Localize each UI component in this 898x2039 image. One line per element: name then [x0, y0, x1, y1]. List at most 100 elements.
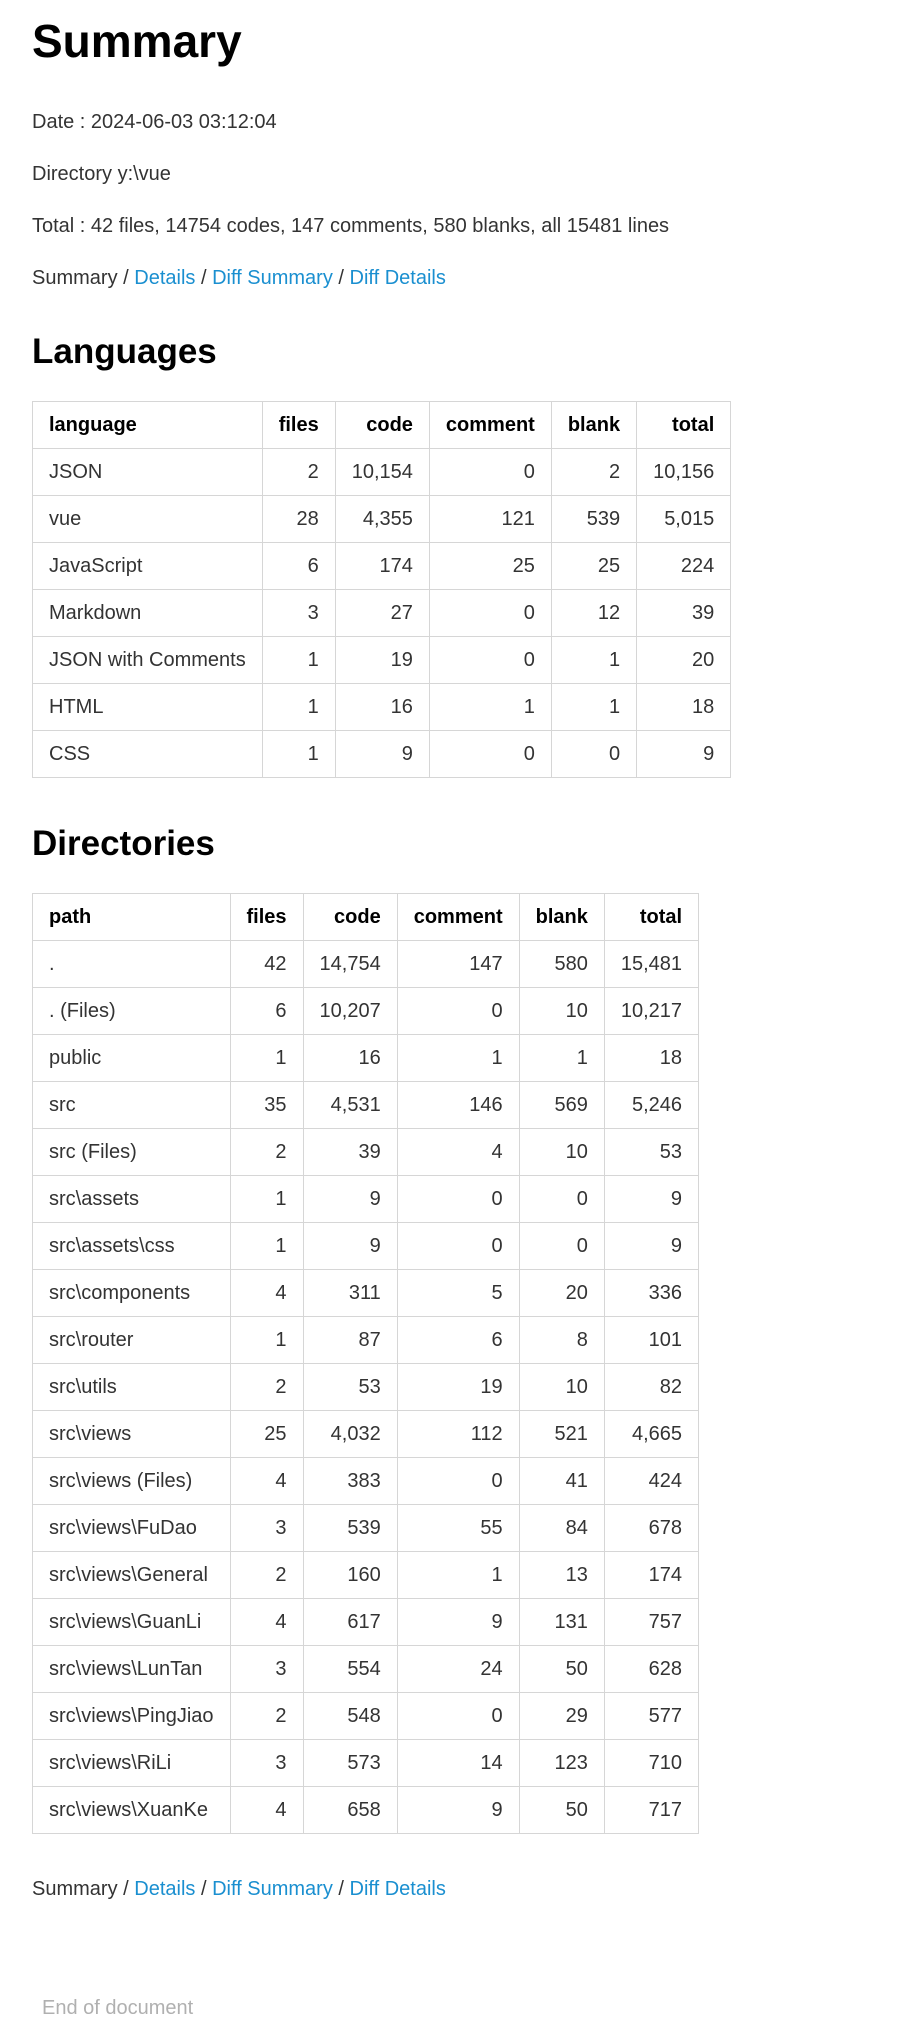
nav-separator: / [117, 267, 135, 289]
table-cell: 53 [302, 1363, 398, 1411]
table-row: src\assets\css 1 9 0 0 9 [32, 1222, 700, 1270]
table-cell: 9 [302, 1175, 398, 1223]
column-header: path [32, 893, 231, 941]
table-row: src\assets 1 9 0 0 9 [32, 1175, 700, 1223]
table-cell: 4 [229, 1457, 304, 1505]
table-cell: 12 [550, 589, 638, 637]
table-cell: 18 [603, 1034, 700, 1082]
table-cell: 29 [518, 1692, 605, 1740]
table-cell: 41 [518, 1457, 605, 1505]
table-cell: 8 [518, 1316, 605, 1364]
table-cell: 311 [302, 1269, 398, 1317]
nav-summary: Summary [32, 267, 118, 289]
table-row: src\utils 2 53 19 10 82 [32, 1363, 700, 1411]
table-cell: 50 [518, 1786, 605, 1834]
table-cell: 3 [229, 1645, 304, 1693]
table-cell: 3 [261, 589, 336, 637]
table-cell: 678 [603, 1504, 700, 1552]
table-cell: src [32, 1081, 231, 1129]
table-cell: 717 [603, 1786, 700, 1834]
table-cell: 19 [396, 1363, 520, 1411]
table-cell: 50 [518, 1645, 605, 1693]
table-cell: 757 [603, 1598, 700, 1646]
table-cell: 6 [261, 542, 336, 590]
table-row: JSON with Comments 1 19 0 1 20 [32, 636, 732, 684]
nav-details-link[interactable]: Details [134, 1878, 195, 1900]
table-cell: 658 [302, 1786, 398, 1834]
table-cell: 0 [396, 1692, 520, 1740]
table-cell: 4 [229, 1598, 304, 1646]
table-cell: 577 [603, 1692, 700, 1740]
table-cell: 1 [229, 1222, 304, 1270]
table-cell: 1 [261, 683, 336, 731]
table-cell: 101 [603, 1316, 700, 1364]
table-cell: 554 [302, 1645, 398, 1693]
table-cell: . [32, 940, 231, 988]
table-cell: 18 [636, 683, 732, 731]
table-cell: 383 [302, 1457, 398, 1505]
column-header: blank [518, 893, 605, 941]
table-row: HTML 1 16 1 1 18 [32, 683, 732, 731]
table-cell: 4,665 [603, 1410, 700, 1458]
table-cell: 617 [302, 1598, 398, 1646]
table-row: vue 28 4,355 121 539 5,015 [32, 495, 732, 543]
table-cell: 9 [302, 1222, 398, 1270]
table-row: src\router 1 87 6 8 101 [32, 1316, 700, 1364]
table-cell: 4,531 [302, 1081, 398, 1129]
table-cell: 4 [229, 1269, 304, 1317]
table-cell: 87 [302, 1316, 398, 1364]
table-cell: 27 [334, 589, 430, 637]
table-cell: 10,156 [636, 448, 732, 496]
table-cell: 9 [334, 730, 430, 778]
languages-table: language files code comment blank total JSON 2… [32, 401, 732, 778]
table-cell: 710 [603, 1739, 700, 1787]
nav-separator: / [195, 1878, 213, 1900]
table-cell: src\views\General [32, 1551, 231, 1599]
table-cell: 4 [396, 1128, 520, 1176]
table-cell: . (Files) [32, 987, 231, 1035]
table-cell: src\utils [32, 1363, 231, 1411]
table-row: Markdown 3 27 0 12 39 [32, 589, 732, 637]
table-cell: 20 [636, 636, 732, 684]
table-cell: 628 [603, 1645, 700, 1693]
table-cell: 1 [396, 1034, 520, 1082]
nav-diff-details-link[interactable]: Diff Details [350, 267, 446, 289]
table-row: CSS 1 9 0 0 9 [32, 730, 732, 778]
table-cell: 147 [396, 940, 520, 988]
table-cell: 16 [302, 1034, 398, 1082]
nav-details-link[interactable]: Details [134, 267, 195, 289]
nav-separator: / [332, 1878, 350, 1900]
table-row: src\views\General 2 160 1 13 174 [32, 1551, 700, 1599]
table-cell: 9 [603, 1175, 700, 1223]
table-cell: 580 [518, 940, 605, 988]
table-cell: src (Files) [32, 1128, 231, 1176]
table-row: . (Files) 6 10,207 0 10 10,217 [32, 987, 700, 1035]
nav-diff-details-link[interactable]: Diff Details [350, 1878, 446, 1900]
table-cell: 0 [550, 730, 638, 778]
table-cell: 569 [518, 1081, 605, 1129]
table-cell: 123 [518, 1739, 605, 1787]
table-cell: 0 [518, 1222, 605, 1270]
table-cell: 0 [428, 730, 552, 778]
nav-diff-summary-link[interactable]: Diff Summary [212, 1878, 333, 1900]
table-cell: 10 [518, 1128, 605, 1176]
table-row: src\views\LunTan 3 554 24 50 628 [32, 1645, 700, 1693]
table-cell: 1 [550, 683, 638, 731]
column-header: total [603, 893, 700, 941]
table-cell: 9 [396, 1598, 520, 1646]
table-row: src\components 4 311 5 20 336 [32, 1269, 700, 1317]
table-cell: src\components [32, 1269, 231, 1317]
table-row: src\views\FuDao 3 539 55 84 678 [32, 1504, 700, 1552]
table-cell: 35 [229, 1081, 304, 1129]
table-cell: 6 [396, 1316, 520, 1364]
table-cell: src\views\PingJiao [32, 1692, 231, 1740]
table-header-row: language files code comment blank total [32, 401, 732, 449]
nav-diff-summary-link[interactable]: Diff Summary [212, 267, 333, 289]
table-cell: 55 [396, 1504, 520, 1552]
table-cell: 146 [396, 1081, 520, 1129]
table-cell: 1 [261, 730, 336, 778]
table-row: JavaScript 6 174 25 25 224 [32, 542, 732, 590]
table-cell: 0 [396, 1175, 520, 1223]
table-row: src\views\PingJiao 2 548 0 29 577 [32, 1692, 700, 1740]
directories-table: path files code comment blank total . 42 14,754… [32, 893, 700, 1834]
